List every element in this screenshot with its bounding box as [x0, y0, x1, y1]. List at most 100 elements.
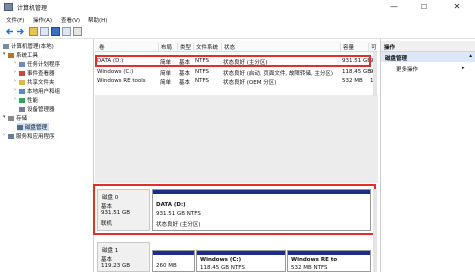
tree-performance[interactable]: 性能 [19, 96, 38, 104]
disk1-partition-re[interactable]: Windows RE to 532 MB NTFS [287, 250, 371, 272]
menu-help[interactable]: 帮助(H) [88, 16, 107, 24]
volume-status: 状态良好 (启动, 页面文件, 故障转储, 主分区) [223, 71, 334, 77]
volume-list-empty-area [95, 95, 378, 183]
expand-icon[interactable]: › [3, 132, 5, 138]
view-icon[interactable] [73, 27, 82, 36]
volume-type: 基本 [179, 80, 191, 86]
disk1-size: 119.23 GB [101, 263, 131, 269]
volume-capacity: 532 MB [342, 78, 363, 84]
scrollbar[interactable] [373, 52, 377, 96]
partition-status: 状态良好 (主分区) [156, 222, 201, 228]
tree-local-users[interactable]: 本地用户和组 [19, 87, 60, 95]
partition-bar [153, 190, 370, 194]
disk1-type: 基本 [101, 257, 113, 263]
volume-layout: 简单 [160, 80, 172, 86]
computer-icon [3, 44, 9, 49]
actions-section-disk-management[interactable]: 磁盘管理 ▴ [381, 52, 475, 62]
tree-shared-folders[interactable]: 共享文件夹 [19, 78, 55, 86]
volume-list-header: 卷 布局 类型 文件系统 状态 容量 可 [95, 41, 378, 52]
menu-file[interactable]: 文件(F) [6, 16, 24, 24]
actions-header: 操作 [381, 41, 475, 52]
tree-services[interactable]: 服务和应用程序 [8, 132, 55, 140]
up-folder-icon[interactable] [29, 27, 38, 36]
more-actions-link[interactable]: 更多操作 [396, 65, 418, 73]
col-type[interactable]: 类型 [177, 43, 191, 51]
disk0-type: 基本 [101, 204, 113, 210]
col-volume[interactable]: 卷 [97, 43, 105, 51]
partition-bar [288, 251, 370, 255]
maximize-button[interactable]: ☐ [413, 0, 435, 14]
col-status[interactable]: 状态 [221, 43, 235, 51]
help-icon[interactable] [51, 27, 60, 36]
menu-view[interactable]: 查看(V) [61, 16, 80, 24]
collapse-up-icon[interactable]: ▴ [469, 53, 472, 59]
close-button[interactable]: ✕ [446, 0, 468, 14]
device-manager-icon [19, 107, 25, 112]
partition-bar [153, 251, 194, 255]
partition-bar [197, 251, 285, 255]
volume-name: Windows RE tools [97, 78, 146, 84]
expand-icon[interactable]: › [14, 60, 16, 66]
collapse-icon[interactable]: ▾ [3, 114, 6, 120]
properties-icon[interactable] [62, 27, 71, 36]
disk1-label[interactable]: 磁盘 1 基本 119.23 GB [97, 242, 150, 272]
menu-action[interactable]: 操作(A) [33, 16, 52, 24]
computer-management-icon [4, 3, 13, 11]
volume-status: 状态良好 (OEM 分区) [223, 80, 277, 86]
volume-row[interactable]: Windows RE tools 简单 基本 NTFS 状态良好 (OEM 分区… [95, 77, 378, 86]
tree-event-viewer[interactable]: 事件查看器 [19, 69, 55, 77]
disk0-status: 联机 [101, 221, 113, 227]
disk0-name: 磁盘 0 [102, 195, 119, 201]
volume-fs: NTFS [195, 78, 210, 84]
show-hide-tree-icon[interactable] [40, 27, 49, 36]
partition-size: 118.45 GB NTFS [200, 265, 245, 271]
minimize-button[interactable]: — [383, 0, 405, 14]
disk0-partition[interactable]: DATA (D:) 931.51 GB NTFS 状态良好 (主分区) [152, 189, 371, 231]
disk1-partition-c[interactable]: Windows (C:) 118.45 GB NTFS [196, 250, 286, 272]
expand-icon[interactable]: › [14, 96, 16, 102]
col-free[interactable]: 可 [368, 43, 377, 51]
tree-task-scheduler[interactable]: 任务计划程序 [19, 60, 60, 68]
volume-type: 基本 [179, 71, 191, 77]
expand-icon[interactable]: › [14, 87, 16, 93]
tree-device-manager[interactable]: 设备管理器 [19, 105, 55, 113]
tree-root[interactable]: 计算机管理(本地) [3, 42, 54, 50]
tree-disk-management[interactable]: 磁盘管理 [17, 123, 50, 131]
actions-section-label: 磁盘管理 [385, 56, 408, 62]
volume-fs: NTFS [195, 69, 210, 75]
clock-icon [19, 62, 25, 67]
performance-icon [19, 98, 25, 103]
tree-system-tools[interactable]: 系统工具 [8, 51, 38, 59]
navigation-tree: 计算机管理(本地) ▾ 系统工具 › 任务计划程序 › 事件查看器 › 共享文件… [0, 39, 94, 272]
col-filesystem[interactable]: 文件系统 [193, 43, 218, 51]
partition-size: 260 MB [156, 263, 177, 269]
disk1-partition-efi[interactable]: 260 MB [152, 250, 195, 272]
expand-icon[interactable]: › [14, 69, 16, 75]
event-log-icon [19, 71, 25, 76]
partition-name: Windows (C:) [200, 257, 242, 263]
volume-capacity: 118.45 GB [342, 69, 372, 75]
collapse-icon[interactable]: ▾ [3, 51, 6, 57]
expand-icon[interactable]: › [14, 78, 16, 84]
disk0-label[interactable]: 磁盘 0 基本 931.51 GB 联机 [97, 189, 150, 231]
actions-title: 操作 [384, 45, 396, 51]
partition-name: Windows RE to [291, 257, 338, 263]
scrollbar[interactable] [373, 189, 377, 272]
forward-arrow-icon[interactable] [16, 27, 25, 36]
disk-icon [17, 125, 23, 130]
disk0-size: 931.51 GB [101, 210, 131, 216]
col-capacity[interactable]: 容量 [340, 43, 354, 51]
services-icon [8, 134, 14, 139]
folder-icon [19, 80, 25, 85]
partition-size: 532 MB NTFS [291, 265, 328, 271]
partition-size: 931.51 GB NTFS [156, 211, 201, 217]
disk1-name: 磁盘 1 [102, 248, 119, 254]
back-arrow-icon[interactable] [5, 27, 14, 36]
tools-icon [8, 53, 14, 58]
volume-row[interactable]: Windows (C:) 简单 基本 NTFS 状态良好 (启动, 页面文件, … [95, 68, 378, 77]
tree-storage[interactable]: 存储 [8, 114, 27, 122]
window-title: 计算机管理 [17, 5, 48, 12]
volume-name: Windows (C:) [97, 69, 134, 75]
volume-layout: 简单 [160, 71, 172, 77]
col-layout[interactable]: 布局 [158, 43, 172, 51]
